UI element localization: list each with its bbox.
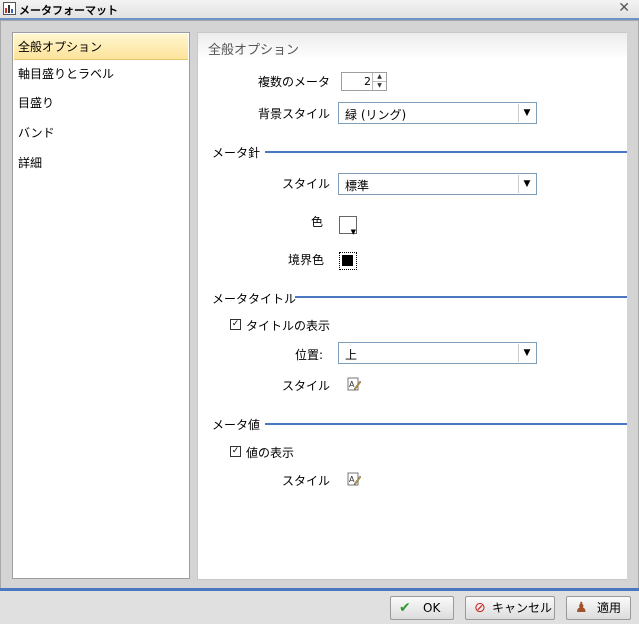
sidebar-item-general-options[interactable]: 全般オプション xyxy=(14,34,188,60)
background-style-value: 緑 (リング) xyxy=(345,108,407,122)
needle-border-color-picker[interactable] xyxy=(339,252,357,270)
needle-section-title: メータ針 xyxy=(212,146,261,160)
text-style-icon[interactable]: A xyxy=(347,377,361,391)
title-position-label: 位置: xyxy=(295,348,324,362)
needle-color-label: 色 xyxy=(311,215,324,229)
meter-value-section-title: メータ値 xyxy=(212,418,261,432)
needle-style-label: スタイル xyxy=(282,177,331,191)
background-style-label: 背景スタイル xyxy=(258,107,331,121)
show-value-label: 値の表示 xyxy=(246,446,295,460)
title-style-label: スタイル xyxy=(282,379,331,393)
multiple-meters-stepper[interactable]: 2 ▲ ▼ xyxy=(341,72,387,91)
color-swatch xyxy=(342,255,353,266)
section-divider xyxy=(265,151,627,153)
title-position-select[interactable]: 上 ▼ xyxy=(338,342,537,364)
sidebar-item-ticks[interactable]: 目盛り xyxy=(14,90,188,116)
chevron-down-icon[interactable]: ▼ xyxy=(518,104,535,122)
sidebar-item-label: 目盛り xyxy=(18,96,55,110)
svg-text:A: A xyxy=(349,380,355,389)
value-style-label: スタイル xyxy=(282,474,331,488)
meter-title-section-title: メータタイトル xyxy=(212,292,297,306)
background-style-select[interactable]: 緑 (リング) ▼ xyxy=(338,102,537,124)
stepper-value: 2 xyxy=(364,75,371,88)
show-value-checkbox[interactable]: ✓ xyxy=(230,446,241,457)
needle-style-value: 標準 xyxy=(345,179,370,193)
dropdown-arrow-icon: ▼ xyxy=(350,228,356,236)
cancel-button-label: キャンセル xyxy=(492,601,553,615)
text-style-icon[interactable]: A xyxy=(347,472,361,486)
apply-stamp-icon: ♟ xyxy=(575,600,588,616)
cancel-button[interactable]: ⊘ キャンセル xyxy=(465,596,555,620)
ok-button-label: OK xyxy=(423,601,441,615)
sidebar-item-label: 軸目盛りとラベル xyxy=(18,67,115,81)
stepper-up-icon[interactable]: ▲ xyxy=(372,73,386,82)
sidebar-item-label: 詳細 xyxy=(18,156,43,170)
meter-app-icon xyxy=(3,2,16,15)
ok-button[interactable]: ✔ OK xyxy=(390,596,454,620)
sidebar-item-label: バンド xyxy=(18,126,55,140)
svg-text:A: A xyxy=(349,475,355,484)
show-title-label: タイトルの表示 xyxy=(246,319,331,333)
page-title: 全般オプション xyxy=(208,43,300,58)
needle-style-select[interactable]: 標準 ▼ xyxy=(338,173,537,195)
sidebar-item-axis-labels[interactable]: 軸目盛りとラベル xyxy=(14,61,188,87)
sidebar-item-label: 全般オプション xyxy=(18,40,103,54)
section-divider xyxy=(295,296,627,298)
sidebar-item-bands[interactable]: バンド xyxy=(14,120,188,146)
button-bar: ✔ OK ⊘ キャンセル ♟ 適用 xyxy=(0,591,639,624)
needle-border-color-label: 境界色 xyxy=(288,253,325,267)
chevron-down-icon[interactable]: ▼ xyxy=(518,344,535,362)
multiple-meters-label: 複数のメータ xyxy=(258,75,331,89)
dialog-body: 全般オプション 軸目盛りとラベル 目盛り バンド 詳細 全般オプション 複数のメ… xyxy=(0,20,639,590)
sidebar-item-details[interactable]: 詳細 xyxy=(14,150,188,176)
panel-header: 全般オプション xyxy=(198,33,627,59)
needle-color-picker[interactable]: ▼ xyxy=(339,216,357,236)
window-title: メータフォーマット xyxy=(19,4,118,17)
title-position-value: 上 xyxy=(345,348,358,362)
title-bar: メータフォーマット ✕ xyxy=(0,0,639,20)
apply-button-label: 適用 xyxy=(597,601,622,615)
apply-button[interactable]: ♟ 適用 xyxy=(566,596,631,620)
section-divider xyxy=(265,423,627,425)
options-panel: 全般オプション 複数のメータ 2 ▲ ▼ 背景スタイル 緑 (リング) ▼ メー… xyxy=(197,32,627,580)
close-icon[interactable]: ✕ xyxy=(618,0,630,16)
sidebar: 全般オプション 軸目盛りとラベル 目盛り バンド 詳細 xyxy=(12,32,190,579)
checkmark-icon: ✔ xyxy=(399,600,411,616)
chevron-down-icon[interactable]: ▼ xyxy=(518,175,535,193)
show-title-checkbox[interactable]: ✓ xyxy=(230,319,241,330)
stepper-down-icon[interactable]: ▼ xyxy=(372,82,386,90)
cancel-icon: ⊘ xyxy=(474,600,486,616)
